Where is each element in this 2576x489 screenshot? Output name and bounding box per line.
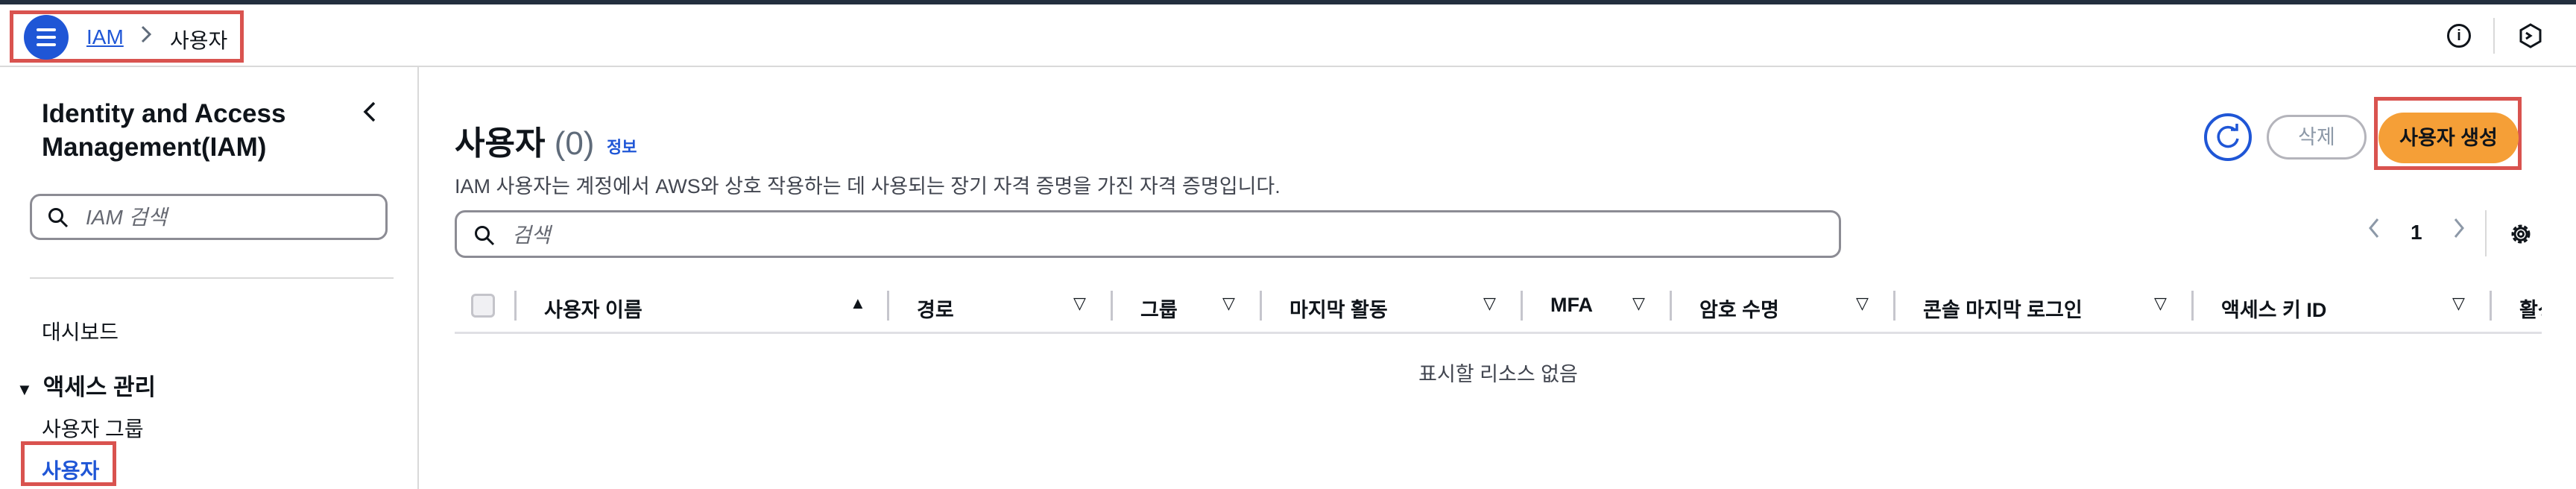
column-divider [1521, 291, 1523, 321]
select-all-checkbox[interactable] [471, 294, 495, 318]
menu-button[interactable] [24, 15, 69, 60]
search-icon [475, 226, 495, 246]
column-header-user-name[interactable]: 사용자 이름 [544, 294, 643, 323]
column-header-path[interactable]: 경로 [917, 294, 954, 323]
user-search [455, 210, 1841, 258]
column-divider [1670, 291, 1672, 321]
chevron-left-icon[interactable] [361, 98, 379, 133]
column-header-groups[interactable]: 그룹 [1140, 294, 1178, 323]
sidebar-section-label: 액세스 관리 [42, 374, 156, 400]
sort-icon[interactable]: ▽ [1632, 294, 1645, 313]
table-header: 사용자 이름 ▲ 경로 ▽ 그룹 ▽ 마지막 활동 ▽ MFA ▽ 암호 수명 … [455, 277, 2542, 334]
page-title: 사용자 (0) [455, 116, 594, 164]
column-header-mfa[interactable]: MFA [1550, 294, 1593, 317]
chevron-left-icon[interactable] [2366, 213, 2382, 250]
header-divider [2493, 18, 2495, 54]
empty-state-message: 표시할 리소스 없음 [1418, 363, 1578, 385]
column-divider [2490, 291, 2492, 321]
pagination-divider [2485, 210, 2487, 256]
caret-down-icon: ▼ [16, 380, 33, 399]
column-divider [1111, 291, 1113, 321]
sort-icon[interactable]: ▽ [2452, 294, 2465, 313]
refresh-icon [2217, 124, 2239, 148]
search-icon [48, 208, 69, 228]
column-header-password-age[interactable]: 암호 수명 [1699, 294, 1779, 323]
menu-icon [37, 28, 56, 31]
gear-icon[interactable] [2507, 221, 2534, 247]
info-icon[interactable]: i [2447, 24, 2471, 48]
cloudshell-icon[interactable] [2517, 22, 2544, 49]
sort-icon[interactable]: ▽ [1222, 294, 1235, 313]
sidebar-title: Identity and Access Management(IAM) [42, 99, 286, 162]
sort-icon[interactable]: ▽ [1073, 294, 1086, 313]
column-divider [1893, 291, 1895, 321]
sort-ascending-icon[interactable]: ▲ [850, 294, 866, 313]
create-user-button[interactable]: 사용자 생성 [2378, 113, 2519, 163]
column-divider [887, 291, 889, 321]
breadcrumb-chevron-icon [139, 23, 154, 51]
sidebar-item-user-groups[interactable]: 사용자 그룹 [42, 413, 144, 443]
sidebar: Identity and Access Management(IAM) 대시보드… [0, 67, 419, 489]
menu-icon-bar [37, 43, 56, 46]
column-header-access-key-id[interactable]: 액세스 키 ID [2221, 294, 2326, 323]
top-header: IAM 사용자 i [0, 4, 2576, 67]
column-header-active[interactable]: 활성 [2519, 294, 2542, 323]
column-divider [2191, 291, 2194, 321]
page-number[interactable]: 1 [2411, 221, 2422, 245]
sort-icon[interactable]: ▽ [1483, 294, 1496, 313]
sidebar-item-dashboard[interactable]: 대시보드 [42, 316, 119, 346]
sidebar-section-access-management[interactable]: ▼ 액세스 관리 [16, 368, 156, 402]
delete-button[interactable]: 삭제 [2267, 115, 2367, 160]
page-title-text: 사용자 [455, 125, 546, 162]
column-divider [514, 291, 517, 321]
info-link[interactable]: 정보 [607, 134, 637, 158]
column-header-last-activity[interactable]: 마지막 활동 [1289, 294, 1388, 323]
column-header-console-last-sign-in[interactable]: 콘솔 마지막 로그인 [1923, 294, 2083, 323]
sort-icon[interactable]: ▽ [2154, 294, 2167, 313]
user-search-input[interactable] [512, 221, 1779, 250]
column-divider [1260, 291, 1262, 321]
sidebar-item-users[interactable]: 사용자 [42, 455, 99, 485]
breadcrumb-current: 사용자 [170, 29, 228, 52]
sidebar-search [30, 194, 388, 240]
sidebar-search-input[interactable] [86, 204, 369, 232]
main-content: 사용자 (0) 정보 IAM 사용자는 계정에서 AWS와 상호 작용하는 데 … [420, 67, 2576, 489]
chevron-right-icon[interactable] [2451, 213, 2467, 250]
page-description: IAM 사용자는 계정에서 AWS와 상호 작용하는 데 사용되는 장기 자격 … [455, 175, 1281, 198]
menu-icon-bar [37, 36, 56, 39]
breadcrumb-iam-link[interactable]: IAM [86, 25, 124, 49]
refresh-button[interactable] [2204, 113, 2252, 161]
sidebar-divider [30, 277, 394, 279]
user-count: (0) [554, 125, 595, 162]
sort-icon[interactable]: ▽ [1856, 294, 1869, 313]
